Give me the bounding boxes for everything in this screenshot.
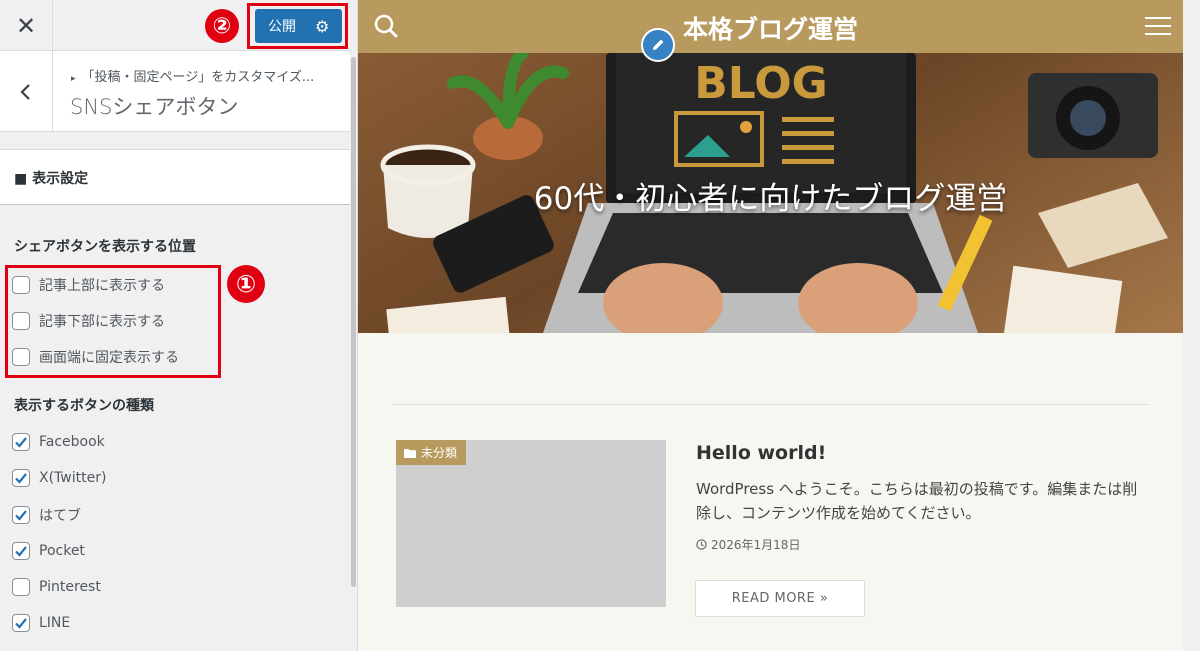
annotation-marker-1: ① xyxy=(227,265,265,303)
clock-icon xyxy=(696,539,707,550)
site-header: 本格ブログ運営 xyxy=(358,0,1183,53)
customizer-sidebar: ✕ ② 公開 ⚙ ▸ 「投稿・固定ページ」をカスタマイズ... SNSシェアボタン… xyxy=(0,0,358,651)
panel-gap xyxy=(0,132,350,150)
check-icon xyxy=(15,473,27,484)
hero-caption: 60代・初心者に向けたブログ運営 xyxy=(533,181,1008,217)
publish-button[interactable]: 公開 ⚙ xyxy=(255,9,342,43)
checkbox-label: LINE xyxy=(39,615,71,631)
post-excerpt: WordPress へようこそ。こちらは最初の投稿です。編集または削除し、コンテ… xyxy=(696,480,1138,522)
button-option-line[interactable]: LINE xyxy=(12,614,70,632)
category-badge[interactable]: 未分類 xyxy=(396,440,467,465)
section-title: SNSシェアボタン xyxy=(70,95,239,119)
checkbox-checked[interactable] xyxy=(12,469,30,487)
breadcrumb: ▸ 「投稿・固定ページ」をカスタマイズ... xyxy=(71,70,315,85)
checkbox-checked[interactable] xyxy=(12,614,30,632)
checkbox-checked[interactable] xyxy=(12,506,30,524)
content-divider xyxy=(392,404,1149,405)
breadcrumb-arrow-icon: ▸ xyxy=(71,74,76,84)
folder-icon xyxy=(404,448,416,458)
group-heading: ■ 表示設定 xyxy=(0,150,350,205)
buttons-control-label: 表示するボタンの種類 xyxy=(14,398,154,414)
close-customizer-button[interactable]: ✕ xyxy=(0,0,53,51)
checkbox-label: Pinterest xyxy=(39,579,101,595)
checkbox-label: はてブ xyxy=(39,508,81,524)
edit-shortcut-pencil-icon[interactable] xyxy=(641,28,675,62)
back-button[interactable] xyxy=(0,51,53,132)
annotation-marker-2: ② xyxy=(205,9,239,43)
check-icon xyxy=(15,510,27,521)
position-highlight-frame xyxy=(5,265,221,378)
hero-image: BLOG 60代・初心者に向けたブログ運営 xyxy=(358,53,1183,333)
position-control-label: シェアボタンを表示する位置 xyxy=(14,239,196,255)
sidebar-scrollbar[interactable] xyxy=(350,51,357,651)
read-more-button[interactable]: READ MORE » xyxy=(695,580,865,617)
checkbox-label: Pocket xyxy=(39,543,85,559)
preview-scrollbar[interactable] xyxy=(1183,0,1200,651)
checkbox[interactable] xyxy=(12,578,30,596)
site-preview: 本格ブログ運営 BLOG 60代・初心者に向けたブログ運営 未分類 Hello … xyxy=(358,0,1200,651)
group-title: ■ 表示設定 xyxy=(14,171,89,187)
post-title[interactable]: Hello world! xyxy=(696,442,826,464)
publish-label: 公開 xyxy=(268,19,296,35)
check-icon xyxy=(15,437,27,448)
button-option-hatebu[interactable]: はてブ xyxy=(12,505,81,525)
category-label: 未分類 xyxy=(421,446,458,460)
checkbox-checked[interactable] xyxy=(12,433,30,451)
check-icon xyxy=(15,546,27,557)
close-icon: ✕ xyxy=(15,11,37,40)
check-icon xyxy=(15,618,27,629)
sidebar-scroll-thumb[interactable] xyxy=(351,57,356,587)
post-date: 2026年1月18日 xyxy=(696,536,800,553)
checkbox-checked[interactable] xyxy=(12,542,30,560)
svg-text:BLOG: BLOG xyxy=(694,58,828,109)
checkbox-label: Facebook xyxy=(39,434,105,450)
button-option-twitter[interactable]: X(Twitter) xyxy=(12,469,106,487)
button-option-facebook[interactable]: Facebook xyxy=(12,433,105,451)
post-date-text: 2026年1月18日 xyxy=(711,538,801,552)
gear-icon[interactable]: ⚙ xyxy=(313,17,329,36)
checkbox-label: X(Twitter) xyxy=(39,470,107,486)
button-option-pinterest[interactable]: Pinterest xyxy=(12,578,101,596)
site-title[interactable]: 本格ブログ運営 xyxy=(358,10,1183,46)
hamburger-menu-icon[interactable] xyxy=(1145,16,1171,40)
chevron-left-icon xyxy=(20,83,30,100)
section-header: ▸ 「投稿・固定ページ」をカスタマイズ... SNSシェアボタン xyxy=(0,51,350,132)
post-thumbnail[interactable] xyxy=(396,440,666,607)
button-option-pocket[interactable]: Pocket xyxy=(12,542,85,560)
